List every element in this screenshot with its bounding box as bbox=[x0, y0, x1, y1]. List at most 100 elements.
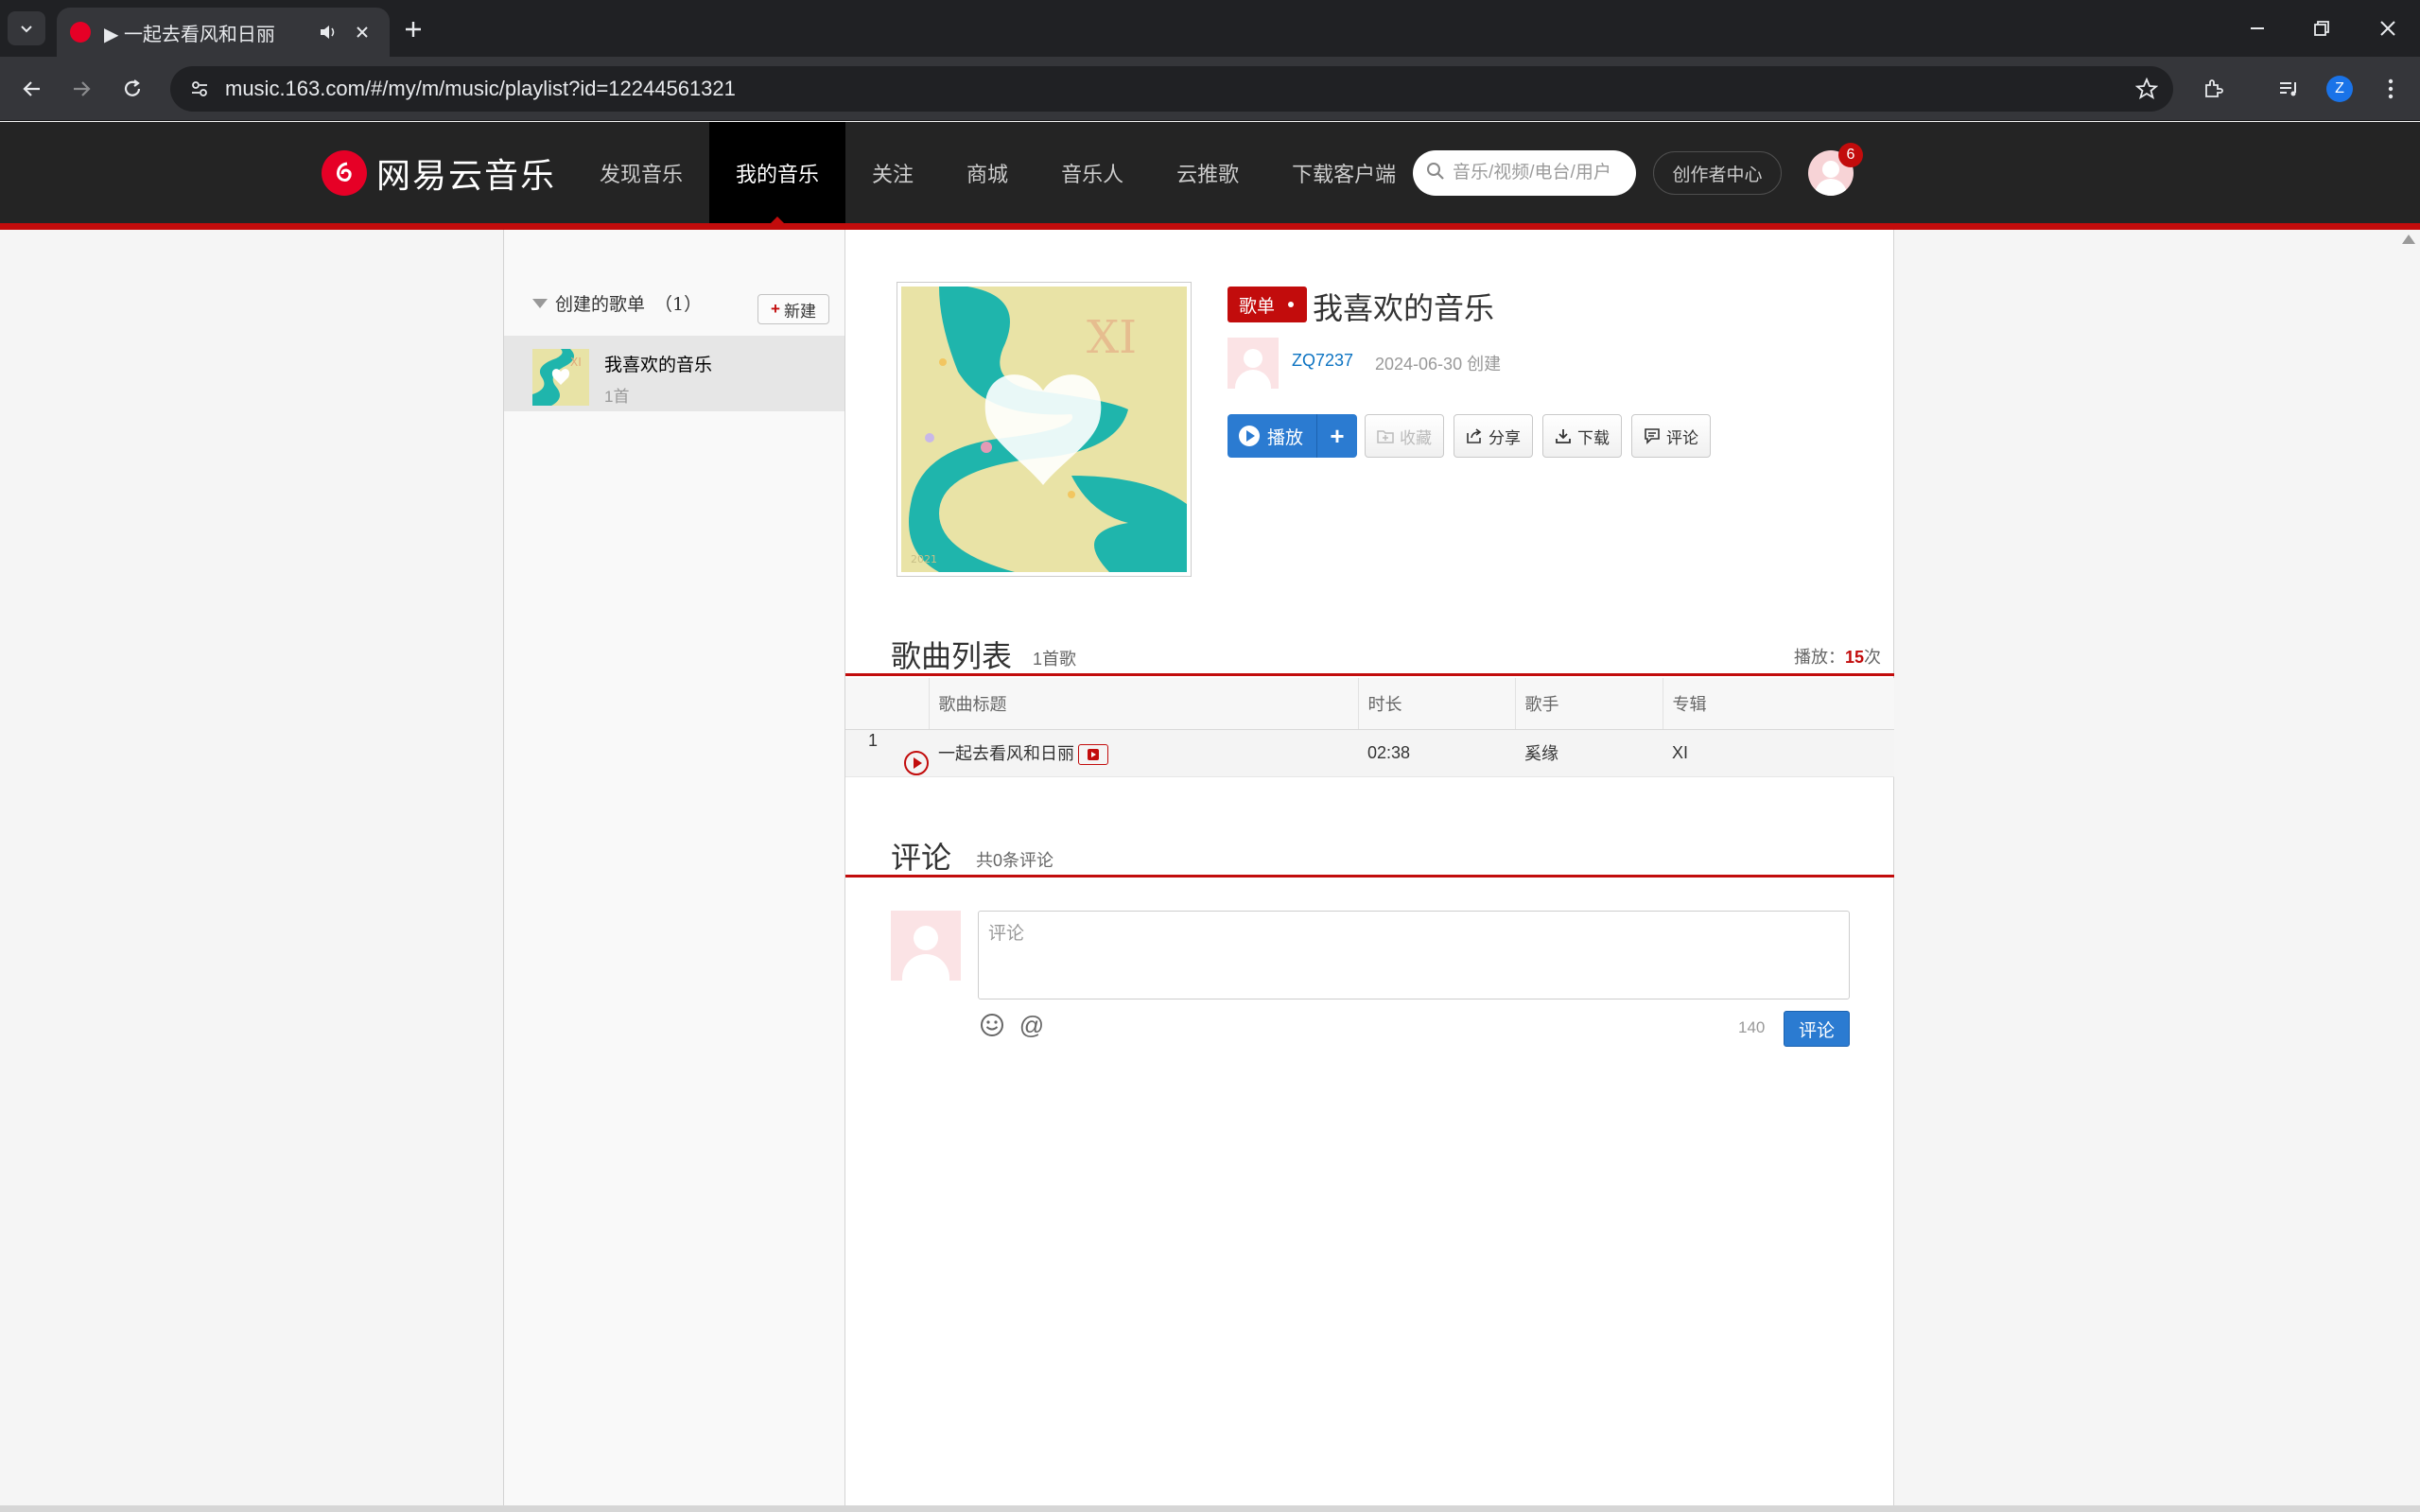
browser-tab-bar: ▶ 一起去看风和日丽 bbox=[0, 0, 2420, 57]
at-mention-icon[interactable]: @ bbox=[1018, 1011, 1046, 1039]
nav-cloud-promote[interactable]: 云推歌 bbox=[1150, 122, 1265, 223]
site-search[interactable] bbox=[1413, 150, 1636, 196]
collapse-triangle-icon bbox=[532, 298, 548, 308]
comment-input[interactable] bbox=[978, 911, 1850, 999]
netease-favicon-icon bbox=[70, 22, 91, 43]
playlist-cover: XI 2021 bbox=[897, 282, 1192, 577]
col-artist: 歌手 bbox=[1514, 678, 1663, 730]
tab-audio-icon[interactable] bbox=[314, 18, 342, 46]
comment-button[interactable]: 评论 bbox=[1631, 414, 1712, 458]
tab-search-dropdown-icon[interactable] bbox=[8, 11, 45, 45]
playlist-created-date: 2024-06-30 创建 bbox=[1375, 355, 1502, 374]
new-playlist-button[interactable]: + 新建 bbox=[757, 294, 829, 324]
play-song-icon[interactable] bbox=[904, 750, 929, 775]
song-index: 1 bbox=[845, 729, 929, 777]
play-circle-icon bbox=[1239, 426, 1260, 446]
collect-button[interactable]: 收藏 bbox=[1365, 414, 1445, 458]
creator-center-button[interactable]: 创作者中心 bbox=[1653, 151, 1782, 195]
share-icon bbox=[1466, 427, 1483, 444]
share-button[interactable]: 分享 bbox=[1454, 414, 1534, 458]
comment-label: 评论 bbox=[1666, 428, 1699, 447]
comment-char-limit: 140 bbox=[1738, 1018, 1766, 1036]
sidebar-item-favorite-music[interactable]: XI 我喜欢的音乐 1首 bbox=[504, 336, 844, 411]
svg-text:XI: XI bbox=[1087, 311, 1137, 364]
svg-text:2021: 2021 bbox=[911, 553, 937, 565]
url-text[interactable]: music.163.com/#/my/m/music/playlist?id=1… bbox=[225, 77, 2128, 101]
site-info-icon[interactable] bbox=[185, 75, 214, 103]
search-input[interactable] bbox=[1453, 163, 1623, 183]
song-list-title: 歌曲列表 bbox=[891, 639, 1013, 673]
browser-tab-active[interactable]: ▶ 一起去看风和日丽 bbox=[57, 8, 390, 57]
new-playlist-label: 新建 bbox=[783, 302, 816, 321]
download-icon bbox=[1555, 427, 1572, 444]
creator-link[interactable]: ZQ7237 bbox=[1292, 351, 1353, 371]
song-list-count: 1首歌 bbox=[1033, 650, 1077, 669]
address-bar[interactable]: music.163.com/#/my/m/music/playlist?id=1… bbox=[170, 66, 2173, 112]
created-playlists-toggle[interactable]: 创建的歌单 （1） bbox=[532, 290, 702, 316]
forward-arrow-icon[interactable] bbox=[62, 70, 100, 108]
song-table-header: 歌曲标题 时长 歌手 专辑 bbox=[845, 678, 1894, 730]
song-album-link[interactable]: XI bbox=[1663, 729, 1894, 777]
play-count-label: 播放： bbox=[1793, 648, 1845, 667]
created-playlists-title: 创建的歌单 bbox=[555, 294, 646, 315]
sidebar-playlist-count: 1首 bbox=[604, 388, 630, 406]
song-title-link[interactable]: 一起去看风和日丽 bbox=[938, 744, 1074, 763]
playlist-main: XI 2021 歌单 我喜欢的音乐 ZQ7237 2024-06-30 创建 播… bbox=[845, 230, 1894, 1512]
nav-download-client[interactable]: 下载客户端 bbox=[1265, 122, 1422, 223]
comment-user-avatar bbox=[891, 911, 961, 981]
extensions-puzzle-icon[interactable] bbox=[2194, 70, 2232, 108]
emoji-icon[interactable] bbox=[978, 1011, 1006, 1039]
add-to-queue-button[interactable]: + bbox=[1317, 414, 1357, 458]
col-duration: 时长 bbox=[1357, 678, 1515, 730]
scroll-up-arrow-icon[interactable] bbox=[2402, 235, 2415, 244]
play-all-button[interactable]: 播放 bbox=[1227, 414, 1318, 458]
playlist-actions: 播放 + 收藏 分享 下载 评论 bbox=[1227, 414, 1720, 458]
download-button[interactable]: 下载 bbox=[1542, 414, 1623, 458]
netease-music-logo[interactable]: 网易云音乐 bbox=[322, 148, 556, 198]
browser-menu-icon[interactable] bbox=[2372, 70, 2410, 108]
media-control-icon[interactable] bbox=[2270, 70, 2307, 108]
song-table: 歌曲标题 时长 歌手 专辑 1 一起去看风和日丽 02:38 奚缘 XI bbox=[845, 678, 1894, 777]
folder-add-icon bbox=[1377, 427, 1394, 444]
nav-follow[interactable]: 关注 bbox=[845, 122, 940, 223]
bottom-strip bbox=[0, 1505, 2420, 1512]
logo-text: 网易云音乐 bbox=[376, 156, 557, 195]
window-close-icon[interactable] bbox=[2364, 9, 2411, 47]
nav-my-music[interactable]: 我的音乐 bbox=[709, 122, 846, 223]
back-arrow-icon[interactable] bbox=[13, 70, 51, 108]
creator-avatar[interactable] bbox=[1227, 338, 1279, 389]
nav-store[interactable]: 商城 bbox=[940, 122, 1035, 223]
svg-text:XI: XI bbox=[570, 356, 582, 369]
download-label: 下载 bbox=[1577, 428, 1610, 447]
song-duration: 02:38 bbox=[1358, 729, 1515, 777]
new-tab-plus-icon[interactable] bbox=[397, 13, 429, 45]
profile-avatar-icon[interactable]: Z bbox=[2321, 70, 2359, 108]
nav-discover-music[interactable]: 发现音乐 bbox=[573, 122, 709, 223]
header-red-divider bbox=[0, 223, 2420, 230]
created-playlists-count: （1） bbox=[654, 294, 703, 315]
playlist-type-tag: 歌单 bbox=[1227, 287, 1308, 322]
playlist-thumbnail: XI bbox=[532, 349, 589, 406]
netease-logo-icon bbox=[322, 150, 367, 196]
window-minimize-icon[interactable] bbox=[2234, 9, 2281, 47]
song-index-value: 1 bbox=[868, 730, 879, 750]
table-row[interactable]: 1 一起去看风和日丽 02:38 奚缘 XI bbox=[845, 729, 1894, 777]
comments-count: 共0条评论 bbox=[976, 851, 1054, 870]
window-restore-icon[interactable] bbox=[2298, 9, 2345, 47]
play-count-unit: 次 bbox=[1864, 648, 1881, 667]
playlist-tag-label: 歌单 bbox=[1239, 296, 1276, 317]
reload-icon[interactable] bbox=[113, 70, 151, 108]
tab-close-icon[interactable] bbox=[348, 18, 376, 46]
comment-submit-button[interactable]: 评论 bbox=[1784, 1011, 1850, 1047]
comments-header: 评论 共0条评论 bbox=[845, 826, 1894, 878]
browser-toolbar: music.163.com/#/my/m/music/playlist?id=1… bbox=[0, 57, 2420, 121]
mv-icon[interactable] bbox=[1078, 744, 1108, 766]
col-album: 专辑 bbox=[1662, 678, 1894, 730]
comments-title: 评论 bbox=[891, 841, 952, 875]
nav-musicians[interactable]: 音乐人 bbox=[1035, 122, 1150, 223]
bookmark-star-icon[interactable] bbox=[2128, 70, 2166, 108]
song-list-header: 歌曲列表 1首歌 播放：15次 bbox=[845, 625, 1894, 676]
site-header: 网易云音乐 发现音乐 我的音乐 关注 商城 音乐人 云推歌 下载客户端 创作者中… bbox=[0, 122, 2420, 223]
song-artist-link[interactable]: 奚缘 bbox=[1515, 729, 1663, 777]
notification-badge[interactable]: 6 bbox=[1838, 143, 1863, 167]
